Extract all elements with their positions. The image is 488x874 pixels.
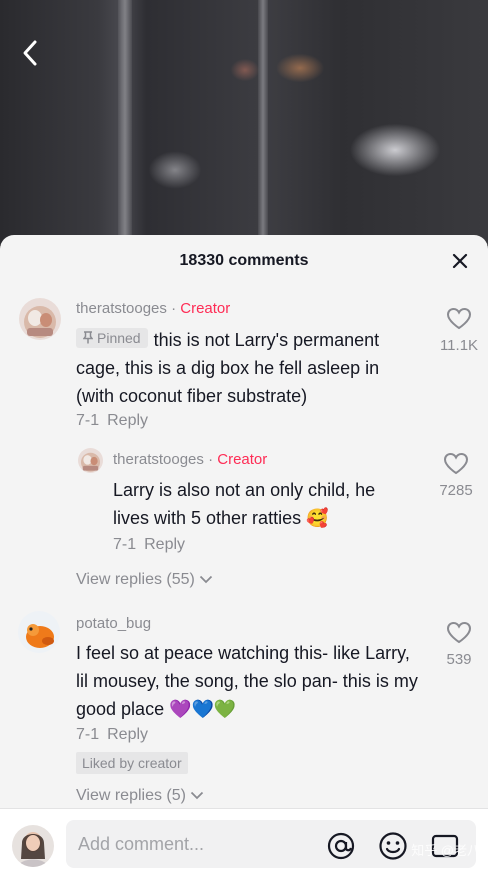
video-blur-element [118,0,132,245]
emoji-icon[interactable] [378,831,408,861]
video-blur-element [258,0,268,245]
avatar[interactable] [18,611,60,653]
heart-icon [446,621,472,644]
comment-meta: 7-1 Reply [113,536,185,554]
creator-tag: Creator [217,451,268,468]
avatar[interactable] [78,448,103,473]
like-count: 11.1K [439,337,479,354]
video-background[interactable] [0,0,488,245]
like-count: 7285 [439,482,473,499]
chevron-left-icon[interactable] [16,36,44,70]
comment-username[interactable]: theratstooges · Creator [76,300,230,317]
creator-tag: Creator [180,300,231,317]
comment-count-title: 18330 comments [179,252,309,269]
heart-icon [443,452,469,475]
reply-button[interactable]: Reply [144,536,185,553]
comment-meta: 7-1 Reply [76,726,148,744]
comment-meta: 7-1 Reply [76,412,148,430]
chevron-down-icon [191,791,204,800]
pinned-badge: Pinned [76,327,148,348]
comment-username[interactable]: potato_bug [76,615,151,632]
view-replies-button[interactable]: View replies (55) [76,571,213,589]
user-avatar[interactable] [12,825,54,867]
heart-icon [446,307,472,330]
view-replies-button[interactable]: View replies (5) [76,787,204,805]
comment-date: 7-1 [76,412,100,429]
like-button[interactable]: 539 [434,621,484,668]
comment-body: Pinned this is not Larry's permanent cage… [76,327,380,406]
like-count: 539 [446,651,472,668]
comments-sheet: 18330 comments theratstooges · Creator P… [0,235,488,874]
comment-body: I feel so at peace watching this- like L… [76,643,418,719]
reply-button[interactable]: Reply [107,726,148,743]
at-icon[interactable] [326,831,356,861]
watermark: 知乎 @老八 [411,843,480,858]
like-button[interactable]: 7285 [431,452,481,499]
liked-by-creator-badge: Liked by creator [76,752,188,774]
reply-button[interactable]: Reply [107,412,148,429]
sheet-header: 18330 comments [0,235,488,287]
close-icon[interactable] [452,253,468,269]
like-button[interactable]: 11.1K [434,307,484,354]
pin-icon [83,331,93,344]
reply-body: Larry is also not an only child, he live… [113,480,376,528]
comment-date: 7-1 [113,536,137,553]
chevron-down-icon [200,575,213,584]
comment-date: 7-1 [76,726,100,743]
reply-username[interactable]: theratstooges · Creator [113,451,267,468]
avatar[interactable] [19,298,61,340]
